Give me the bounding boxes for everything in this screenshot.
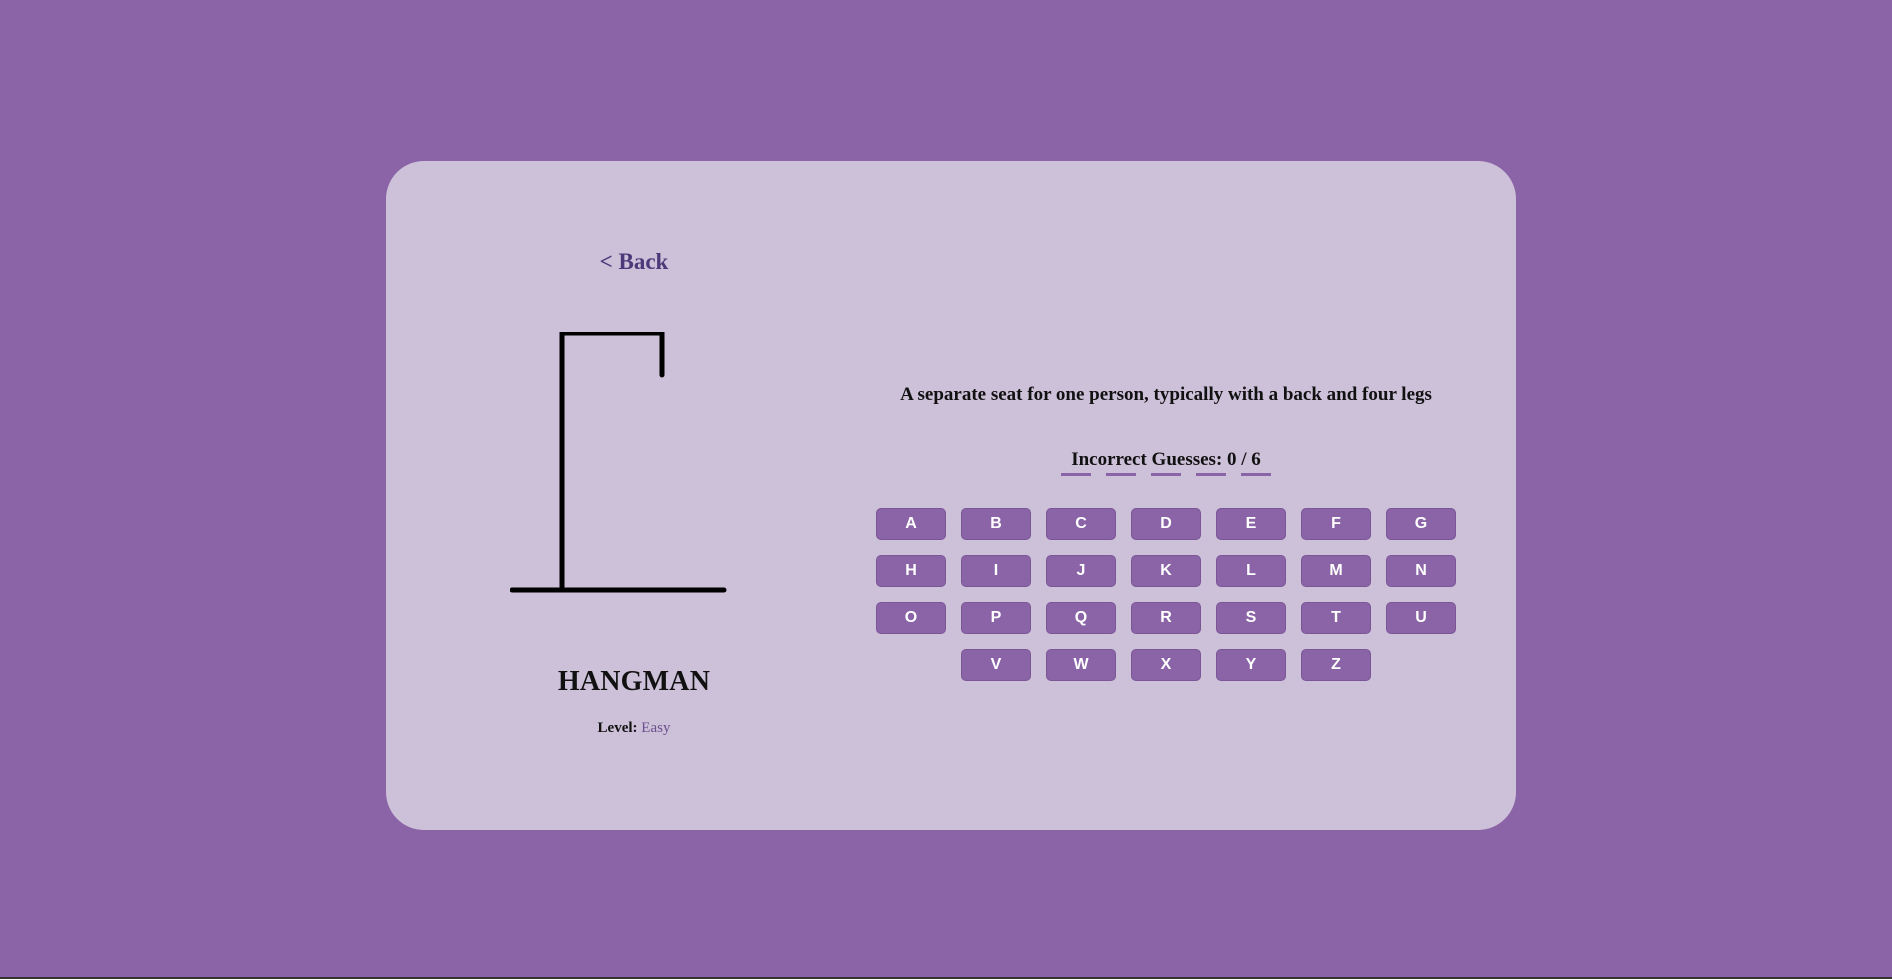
letter-key-r[interactable]: R [1131, 602, 1201, 634]
letter-key-y[interactable]: Y [1216, 649, 1286, 681]
letter-blank [1241, 473, 1271, 476]
letter-keyboard: ABCDEFG HIJKLMN OPQRSTU VWXYZ [854, 508, 1478, 696]
letter-key-x[interactable]: X [1131, 649, 1201, 681]
letter-key-l[interactable]: L [1216, 555, 1286, 587]
letter-key-g[interactable]: G [1386, 508, 1456, 540]
incorrect-guesses: Incorrect Guesses: 0 / 6 [1071, 449, 1261, 470]
letter-key-j[interactable]: J [1046, 555, 1116, 587]
letter-key-c[interactable]: C [1046, 508, 1116, 540]
letter-key-w[interactable]: W [1046, 649, 1116, 681]
right-panel: A separate seat for one person, typicall… [854, 161, 1478, 830]
letter-blank [1061, 473, 1091, 476]
letter-key-b[interactable]: B [961, 508, 1031, 540]
game-card: < Back HANGMAN Level: Easy A separate se… [386, 161, 1516, 830]
level-label: Level: [597, 720, 638, 736]
back-button[interactable]: < Back [386, 249, 882, 275]
keyboard-row: OPQRSTU [854, 602, 1478, 634]
letter-key-k[interactable]: K [1131, 555, 1201, 587]
letter-key-o[interactable]: O [876, 602, 946, 634]
letter-blank [1106, 473, 1136, 476]
keyboard-row: VWXYZ [854, 649, 1478, 681]
keyboard-row: ABCDEFG [854, 508, 1478, 540]
letter-key-p[interactable]: P [961, 602, 1031, 634]
letter-key-n[interactable]: N [1386, 555, 1456, 587]
left-panel: < Back HANGMAN Level: Easy [386, 161, 882, 830]
letter-key-m[interactable]: M [1301, 555, 1371, 587]
letter-key-f[interactable]: F [1301, 508, 1371, 540]
letter-key-d[interactable]: D [1131, 508, 1201, 540]
keyboard-row: HIJKLMN [854, 555, 1478, 587]
level-value: Easy [641, 720, 671, 736]
hint-text: A separate seat for one person, typicall… [900, 384, 1432, 405]
letter-key-u[interactable]: U [1386, 602, 1456, 634]
letter-key-h[interactable]: H [876, 555, 946, 587]
letter-blank [1196, 473, 1226, 476]
letter-key-q[interactable]: Q [1046, 602, 1116, 634]
letter-key-v[interactable]: V [961, 649, 1031, 681]
letter-key-t[interactable]: T [1301, 602, 1371, 634]
gallows-drawing [510, 332, 727, 593]
letter-key-a[interactable]: A [876, 508, 946, 540]
letter-key-s[interactable]: S [1216, 602, 1286, 634]
letter-key-e[interactable]: E [1216, 508, 1286, 540]
level-indicator: Level: Easy [386, 720, 882, 737]
game-title: HANGMAN [557, 666, 711, 697]
letter-blank [1151, 473, 1181, 476]
letter-key-i[interactable]: I [961, 555, 1031, 587]
letter-key-z[interactable]: Z [1301, 649, 1371, 681]
